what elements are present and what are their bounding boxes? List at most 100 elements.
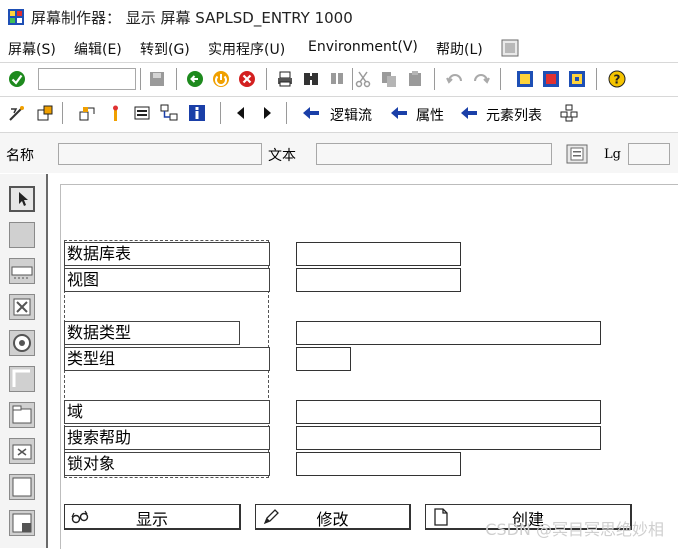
name-field[interactable] [58, 143, 262, 165]
print-icon[interactable] [276, 70, 294, 88]
element-name-bar: 名称 文本 Lg [0, 132, 678, 173]
element-list-arrow-icon[interactable] [460, 104, 478, 122]
previous-arrow-icon[interactable] [232, 104, 250, 122]
enter-check-icon[interactable] [8, 70, 26, 88]
type-group-radio-label[interactable]: 类型组 [64, 347, 270, 371]
other-object-icon[interactable] [36, 104, 54, 122]
paste-icon[interactable] [406, 70, 424, 88]
separator [62, 102, 63, 124]
title-bar: 屏幕制作器： 显示 屏幕 SAPLSD_ENTRY 1000 [0, 0, 678, 34]
domain-input[interactable] [296, 400, 601, 424]
copy-icon[interactable] [380, 70, 398, 88]
info-icon[interactable] [188, 104, 206, 122]
element-list-button[interactable]: 元素列表 [486, 105, 542, 125]
hierarchy-icon[interactable] [160, 104, 178, 122]
layout-tree-icon[interactable] [560, 104, 578, 122]
lg-field[interactable] [628, 143, 670, 165]
cancel-icon[interactable] [238, 70, 256, 88]
change-button-label: 修改 [316, 510, 349, 529]
search-help-input[interactable] [296, 426, 601, 450]
system-toolbar: ? [0, 62, 678, 95]
view-input[interactable] [296, 268, 461, 292]
pointer-tool[interactable] [9, 186, 35, 212]
menu-bar: 屏幕(S) 编辑(E) 转到(G) 实用程序(U) Environment(V)… [0, 36, 678, 60]
tabstrip-wizard-tool[interactable] [9, 438, 35, 464]
command-field[interactable] [38, 68, 136, 90]
table-control-tool[interactable] [9, 510, 35, 536]
activate-icon[interactable] [106, 104, 124, 122]
customize-layout-icon[interactable] [500, 38, 520, 58]
tabstrip-wizard-icon [12, 444, 32, 460]
menu-edit[interactable]: 编辑(E) [74, 39, 122, 59]
data-type-input[interactable] [296, 321, 601, 345]
logic-flow-arrow-icon[interactable] [302, 104, 320, 122]
separator [220, 102, 221, 124]
subscreen-tool[interactable] [9, 474, 35, 500]
separator [266, 68, 267, 90]
text-label: 文本 [268, 148, 296, 164]
undo-icon[interactable] [446, 70, 464, 88]
attributes-arrow-icon[interactable] [390, 104, 408, 122]
watermark-text: CSDN @冥目冥思绝妙相 [485, 520, 664, 539]
db-table-input[interactable] [296, 242, 461, 266]
cut-icon[interactable] [354, 70, 372, 88]
new-session-icon[interactable] [516, 70, 534, 88]
menu-environment[interactable]: Environment(V) [308, 39, 418, 55]
window-title: 屏幕制作器： 显示 屏幕 SAPLSD_ENTRY 1000 [31, 9, 353, 27]
checkbox-icon [13, 298, 31, 316]
table-control-icon [12, 513, 32, 533]
sap-app-icon [8, 9, 24, 25]
subscreen-icon [12, 477, 32, 497]
text-field-tool[interactable] [9, 222, 35, 248]
find-next-icon[interactable] [328, 70, 346, 88]
help-icon[interactable]: ? [608, 70, 626, 88]
logic-flow-button[interactable]: 逻辑流 [330, 105, 372, 125]
input-field-icon [11, 266, 33, 279]
frame-tool[interactable] [9, 366, 35, 392]
exit-icon[interactable] [212, 70, 230, 88]
svg-text:?: ? [614, 73, 621, 87]
menu-goto[interactable]: 转到(G) [140, 39, 190, 59]
redo-icon[interactable] [472, 70, 490, 88]
back-icon[interactable] [186, 70, 204, 88]
data-type-radio-label[interactable]: 数据类型 [64, 321, 240, 345]
menu-help[interactable]: 帮助(L) [436, 39, 483, 59]
separator [434, 68, 435, 90]
lock-object-input[interactable] [296, 452, 461, 476]
change-button[interactable]: 修改 [255, 504, 411, 530]
text-field[interactable] [316, 143, 552, 165]
next-arrow-icon[interactable] [258, 104, 276, 122]
separator [140, 68, 141, 90]
attributes-button[interactable]: 属性 [416, 105, 444, 125]
type-group-input[interactable] [296, 347, 351, 371]
layout-icon[interactable] [568, 70, 586, 88]
display-button[interactable]: 显示 [64, 504, 241, 530]
view-radio-label[interactable]: 视图 [64, 268, 270, 292]
menu-screen[interactable]: 屏幕(S) [8, 39, 56, 59]
where-used-icon[interactable] [134, 104, 152, 122]
separator [176, 68, 177, 90]
radio-button-tool[interactable] [9, 330, 35, 356]
menu-utilities[interactable]: 实用程序(U) [208, 39, 285, 59]
input-field-tool[interactable] [9, 258, 35, 284]
tabstrip-tool[interactable] [9, 402, 35, 428]
checkbox-tool[interactable] [9, 294, 35, 320]
domain-radio-label[interactable]: 域 [64, 400, 270, 424]
save-icon[interactable] [148, 70, 166, 88]
separator [286, 102, 287, 124]
db-table-radio-label[interactable]: 数据库表 [64, 242, 270, 266]
frame-icon [12, 369, 30, 387]
shortcut-icon[interactable] [542, 70, 560, 88]
edit-toggle-icon[interactable] [8, 104, 26, 122]
separator [596, 68, 597, 90]
dictionary-lookup-icon[interactable] [566, 144, 588, 164]
application-toolbar: 逻辑流 属性 元素列表 [0, 96, 678, 130]
pointer-icon [19, 192, 28, 206]
find-icon[interactable] [302, 70, 320, 88]
search-help-radio-label[interactable]: 搜索帮助 [64, 426, 270, 450]
check-object-icon[interactable] [78, 104, 96, 122]
lock-object-radio-label[interactable]: 锁对象 [64, 452, 270, 476]
radio-icon [13, 334, 31, 352]
separator [352, 68, 353, 90]
tabstrip-icon [12, 405, 32, 424]
